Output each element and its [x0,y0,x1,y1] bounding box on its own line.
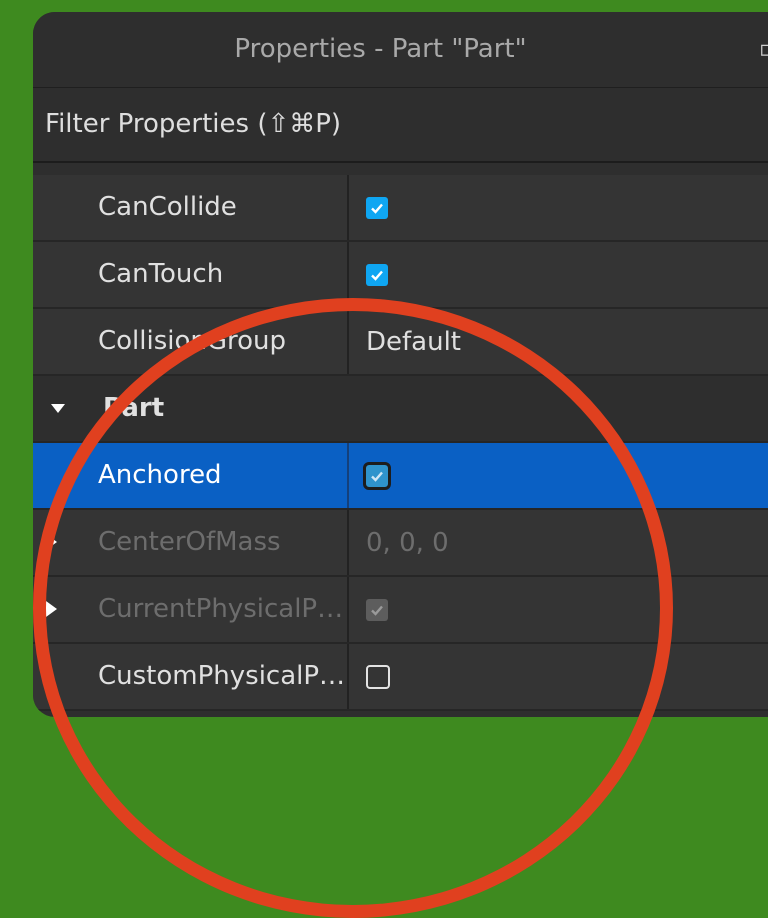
property-value [349,443,391,508]
section-header-part[interactable]: Part [33,376,768,443]
property-name: CanTouch [33,242,349,307]
expand-arrow-icon[interactable] [46,534,57,550]
collisiongroup-value[interactable]: Default [349,309,461,374]
cantouch-checkbox[interactable] [366,263,388,286]
currentphysicalproperties-checkbox [366,598,388,621]
properties-panel: Properties - Part "Part" ▫ Filter Proper… [33,12,768,717]
property-value [349,175,388,240]
checkmark-icon [371,605,383,616]
checkmark-icon [371,471,383,482]
property-name: CenterOfMass [33,510,349,575]
property-value [349,577,388,642]
property-row-cantouch[interactable]: CanTouch [33,242,768,309]
property-row-collisiongroup[interactable]: CollisionGroup Default [33,309,768,376]
property-name: CollisionGroup [33,309,349,374]
panel-title: Properties - Part "Part" [234,34,527,64]
spacer [33,163,768,175]
property-value [349,242,388,307]
property-row-cancollide[interactable]: CanCollide [33,175,768,242]
property-name: CanCollide [33,175,349,240]
property-row-currentphysicalproperties[interactable]: CurrentPhysicalP… [33,577,768,644]
cancollide-checkbox[interactable] [366,196,388,219]
checkmark-icon [371,203,383,214]
customphysicalproperties-checkbox[interactable] [366,664,390,689]
property-row-centerofmass[interactable]: CenterOfMass 0, 0, 0 [33,510,768,577]
property-name: Anchored [33,443,349,508]
property-row-customphysicalproperties[interactable]: CustomPhysicalP… [33,644,768,711]
expand-arrow-icon[interactable] [46,601,57,617]
collapse-triangle-icon[interactable] [51,404,65,413]
checkmark-icon [371,270,383,281]
anchored-checkbox[interactable] [363,461,391,490]
panel-title-bar[interactable]: Properties - Part "Part" ▫ [33,12,768,88]
property-row-anchored[interactable]: Anchored [33,443,768,510]
panel-menu-icon[interactable]: ▫ [759,12,768,87]
property-name: CurrentPhysicalP… [33,577,349,642]
filter-properties-input[interactable]: Filter Properties (⇧⌘P) [33,88,768,163]
property-name: CustomPhysicalP… [33,644,349,709]
property-value [349,644,390,709]
centerofmass-value: 0, 0, 0 [366,527,449,558]
property-rows: CanCollide CanTouch CollisionGroup Defau… [33,175,768,711]
